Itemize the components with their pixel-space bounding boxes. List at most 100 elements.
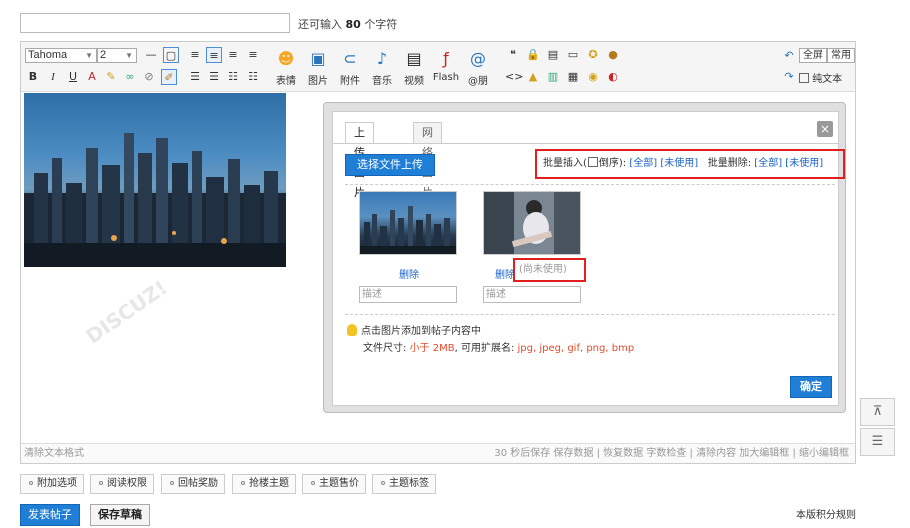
option-icon (311, 481, 315, 485)
unused-tag: (尚未使用) (513, 258, 586, 282)
hr-icon[interactable]: — (143, 47, 159, 63)
video-button[interactable]: ▤ 视频 (397, 48, 431, 87)
city-thumbnail-image (360, 206, 456, 254)
char-counter: 还可输入 80 个字符 (298, 18, 398, 31)
delete-link[interactable]: 删除 (495, 266, 515, 281)
align-right-icon[interactable]: ≡ (225, 47, 241, 63)
inserted-image[interactable] (24, 93, 286, 267)
free-icon[interactable]: ▭ (565, 47, 581, 63)
batch-actions: 批量插入( 倒序): [全部] [未使用] 批量删除: [全部] [未使用] (535, 149, 845, 179)
align-center-icon[interactable]: ≡ (206, 47, 222, 63)
divider (345, 184, 835, 185)
redo-icon[interactable]: ↷ (781, 69, 797, 85)
option-floor-grab[interactable]: 抢楼主题 (232, 474, 296, 494)
option-thread-price[interactable]: 主题售价 (302, 474, 366, 494)
italic-button[interactable]: I (45, 69, 61, 85)
font-family-select[interactable]: Tahoma ▼ (25, 48, 97, 63)
format-brush-icon[interactable]: ✐ (161, 69, 177, 85)
divider (345, 314, 835, 315)
option-reply-reward[interactable]: 回帖奖励 (161, 474, 225, 494)
option-icon (170, 481, 174, 485)
at-friend-button[interactable]: @ @朋 (461, 48, 495, 87)
option-icon (99, 481, 103, 485)
editor-footer: 清除文本格式 30 秒后保存 保存数据 | 恢复数据 字数检查 | 清除内容 加… (21, 443, 855, 463)
lock-icon[interactable]: 🔒 (525, 47, 541, 63)
batch-insert-label: 批量插入( (543, 158, 587, 169)
page-icon[interactable]: ▥ (545, 69, 561, 85)
delete-all-link[interactable]: [全部] (754, 158, 782, 169)
sound-icon[interactable]: ● (605, 47, 621, 63)
clear-format-link[interactable]: 清除文本格式 (24, 444, 84, 463)
medal-icon[interactable]: ✪ (585, 47, 601, 63)
tab-divider (333, 143, 838, 144)
credit-rules-link[interactable]: 本版积分规则 (796, 506, 856, 521)
bg-icon[interactable]: ◉ (585, 69, 601, 85)
image-thumbnail[interactable] (359, 191, 457, 255)
city-skyline-image (24, 133, 286, 267)
delete-link[interactable]: 删除 (399, 266, 419, 281)
indent-icon[interactable]: ☰ (187, 69, 203, 85)
footer-actions[interactable]: 30 秒后保存 保存数据 | 恢复数据 字数检查 | 清除内容 加大编辑框 | … (494, 444, 849, 463)
option-icon (29, 481, 33, 485)
outdent-icon[interactable]: ☰ (206, 69, 222, 85)
dialog-panel: 上传图片 网络图片 × 选择文件上传 批量插入( 倒序): [全部] [未使用] … (332, 111, 845, 406)
file-info: 文件尺寸: 小于 2MB, 可用扩展名: jpg, jpeg, gif, png… (363, 343, 635, 354)
music-button[interactable]: ♪ 音乐 (365, 48, 399, 87)
justify-icon[interactable]: ≡ (245, 47, 261, 63)
undo-icon[interactable]: ↶ (781, 48, 797, 64)
option-read-permission[interactable]: 阅读权限 (90, 474, 154, 494)
image-thumbnail[interactable] (483, 191, 581, 255)
bold-button[interactable]: B (25, 69, 41, 85)
reverse-label: 倒序): (598, 158, 627, 169)
flash-button[interactable]: ƒ Flash (429, 48, 463, 83)
link-icon[interactable]: ∞ (122, 69, 138, 85)
fullscreen-button[interactable]: 全屏 (799, 48, 827, 63)
title-input[interactable] (20, 13, 290, 33)
reverse-checkbox[interactable] (587, 157, 598, 167)
quote-icon[interactable]: ❝ (505, 47, 521, 63)
option-icon (241, 481, 245, 485)
editor-toolbar: Tahoma ▼ 2 ▼ — ▢ ≡ ≡ ≡ ≡ B I U A ✎ ∞ ⊘ ✐ ☰… (21, 42, 855, 92)
image-upload-dialog: 上传图片 网络图片 × 选择文件上传 批量插入( 倒序): [全部] [未使用] … (323, 102, 846, 413)
close-icon[interactable]: × (817, 121, 833, 137)
ordered-list-icon[interactable]: ☷ (225, 69, 241, 85)
option-extra[interactable]: 附加选项 (20, 474, 84, 494)
back-to-top-icon[interactable]: ⊼ (860, 398, 895, 426)
code-icon[interactable]: ▤ (545, 47, 561, 63)
unordered-list-icon[interactable]: ☷ (245, 69, 261, 85)
insert-all-link[interactable]: [全部] (629, 158, 657, 169)
plaintext-checkbox[interactable] (799, 73, 809, 83)
post-thread-button[interactable]: 发表帖子 (20, 504, 80, 526)
align-left-icon[interactable]: ≡ (187, 47, 203, 63)
attachment-button[interactable]: ⊂ 附件 (333, 48, 367, 87)
batch-delete-label: 批量删除: (707, 158, 752, 169)
portrait-thumbnail-image (484, 192, 580, 254)
hint-text: 点击图片添加到帖子内容中 (347, 322, 481, 337)
plaintext-toggle[interactable]: 纯文本 (799, 70, 842, 85)
bg-color-icon[interactable]: ✎ (103, 69, 119, 85)
unlink-icon[interactable]: ⊘ (141, 69, 157, 85)
tab-upload-image[interactable]: 上传图片 (345, 122, 374, 199)
confirm-button[interactable]: 确定 (790, 376, 832, 398)
list-icon[interactable]: ☰ (860, 428, 895, 456)
description-input[interactable]: 描述 (359, 286, 457, 303)
select-file-upload-button[interactable]: 选择文件上传 (345, 154, 435, 176)
tab-network-image[interactable]: 网络图片 (413, 122, 442, 199)
qq-icon[interactable]: ◐ (605, 69, 621, 85)
common-button[interactable]: 常用 (827, 48, 855, 63)
font-size-select[interactable]: 2 ▼ (97, 48, 137, 63)
emoticon-button[interactable]: ☻ 表情 (269, 48, 303, 87)
save-draft-button[interactable]: 保存草稿 (90, 504, 150, 526)
underline-button[interactable]: U (65, 69, 81, 85)
option-thread-tags[interactable]: 主题标签 (372, 474, 436, 494)
description-input[interactable]: 描述 (483, 286, 581, 303)
hide-icon[interactable]: ▲ (525, 69, 541, 85)
index-icon[interactable]: ▦ (565, 69, 581, 85)
image-button[interactable]: ▣ 图片 (301, 48, 335, 87)
font-color-icon[interactable]: A (84, 69, 100, 85)
table-icon[interactable]: ▢ (163, 47, 179, 63)
delete-unused-link[interactable]: [未使用] (785, 158, 823, 169)
source-icon[interactable]: <> (505, 69, 523, 85)
plaintext-label: 纯文本 (812, 74, 843, 85)
insert-unused-link[interactable]: [未使用] (660, 158, 698, 169)
